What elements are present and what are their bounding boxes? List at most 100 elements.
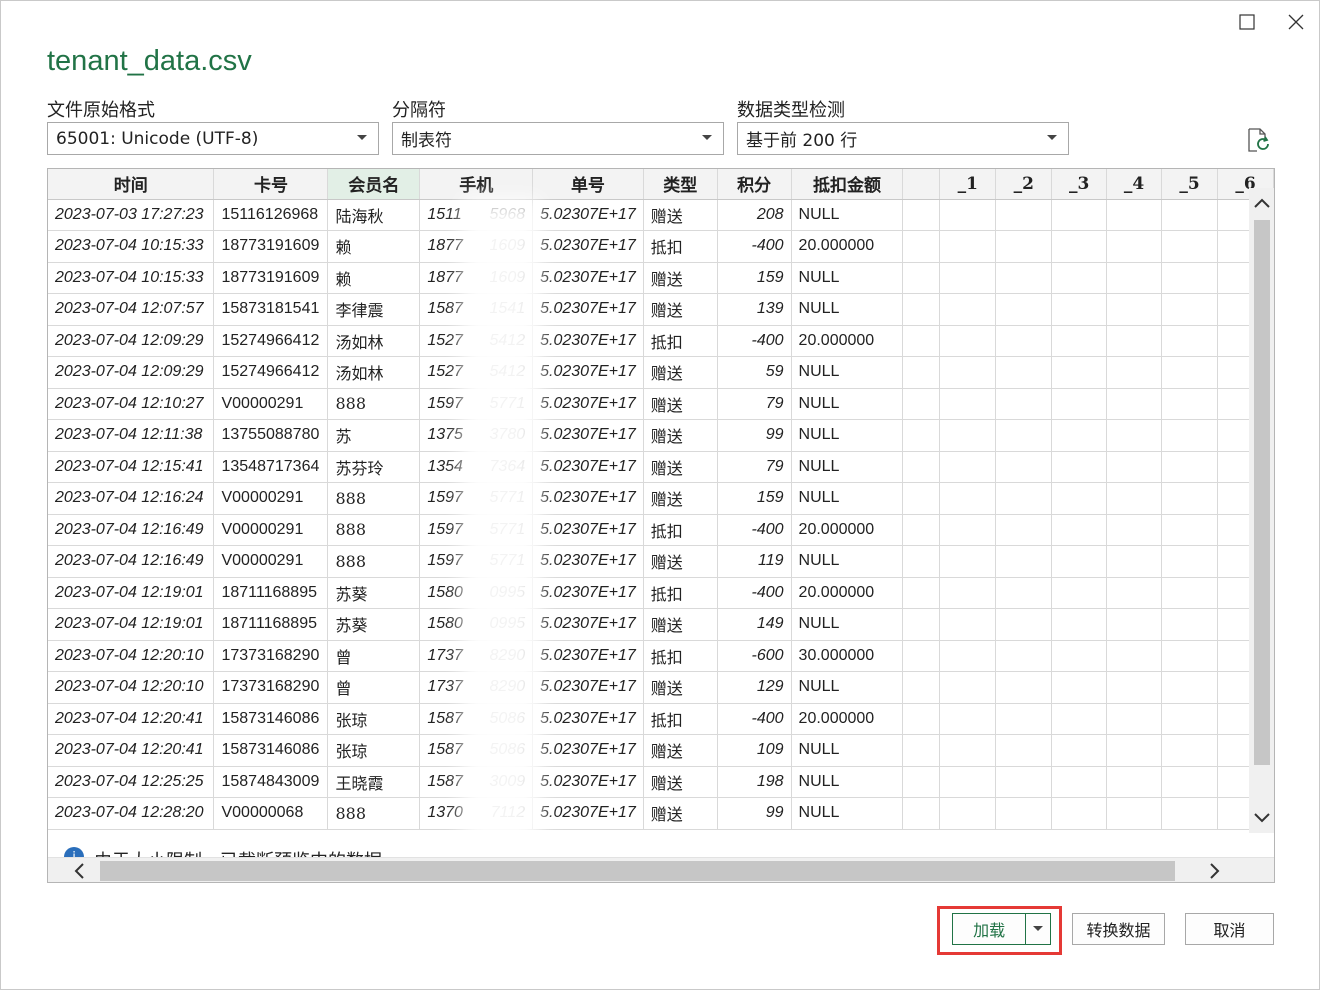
column-header[interactable]: 时间 xyxy=(48,169,215,200)
delimiter-select[interactable]: 制表符 xyxy=(392,122,724,155)
cell-empty xyxy=(1106,199,1163,231)
vertical-scrollbar[interactable] xyxy=(1249,188,1274,833)
cell-member-name: 陆海秋 xyxy=(327,199,421,231)
cell-empty xyxy=(1106,577,1163,609)
cell-empty xyxy=(995,199,1053,231)
phone-prefix: 1511 xyxy=(427,205,462,223)
close-button[interactable] xyxy=(1276,7,1316,37)
vertical-scroll-thumb[interactable] xyxy=(1254,220,1270,765)
cell-empty xyxy=(1051,230,1108,263)
dialog-title: tenant_data.csv xyxy=(47,45,252,77)
cell-empty xyxy=(1106,356,1163,389)
table-row: 2023-07-04 12:10:27 V00000291 888 1597 5771 5… xyxy=(48,388,1274,420)
table-row: 2023-07-04 12:16:49 V00000291 888 1597 5771 5… xyxy=(48,545,1274,578)
column-header[interactable]: 手机 xyxy=(419,169,534,200)
type-detection-select[interactable]: 基于前 200 行 xyxy=(737,122,1069,155)
phone-prefix: 1877 xyxy=(427,237,463,255)
horizontal-scrollbar[interactable] xyxy=(48,857,1274,882)
cell-empty xyxy=(1106,766,1163,798)
cell-empty xyxy=(1161,356,1218,389)
column-header[interactable]: 类型 xyxy=(643,169,718,200)
cell-empty xyxy=(939,262,997,294)
cell-time: 2023-07-04 12:28:20 xyxy=(48,797,215,830)
scroll-down-icon[interactable] xyxy=(1251,807,1273,829)
cell-deduct-amount: NULL xyxy=(791,451,904,483)
cell-deduct-amount: NULL xyxy=(791,199,904,231)
cell-deduct-amount: 30.000000 xyxy=(791,640,904,672)
load-button[interactable]: 加载 xyxy=(952,913,1051,945)
cancel-button[interactable]: 取消 xyxy=(1185,913,1274,945)
cell-member-name: 888 xyxy=(327,388,421,420)
transform-data-button[interactable]: 转换数据 xyxy=(1072,913,1165,945)
cell-empty xyxy=(995,356,1053,389)
column-header[interactable]: 抵扣金额 xyxy=(791,169,904,200)
cell-empty xyxy=(902,482,941,515)
cell-card-number: 13548717364 xyxy=(213,451,329,483)
phone-suffix: 1609 xyxy=(489,268,526,286)
cell-empty xyxy=(1161,199,1218,231)
refresh-icon[interactable] xyxy=(1245,127,1271,153)
cell-empty xyxy=(1106,293,1163,326)
table-row: 2023-07-04 12:28:20 V00000068 888 1370 7112 5… xyxy=(48,797,1274,830)
phone-suffix: 1541 xyxy=(489,300,526,318)
load-options-dropdown[interactable] xyxy=(1026,914,1050,944)
cell-type: 赠送 xyxy=(643,293,718,326)
column-header[interactable]: _5 xyxy=(1161,169,1218,200)
column-header[interactable] xyxy=(902,169,941,200)
column-header[interactable]: 积分 xyxy=(717,169,792,200)
cell-order-number: 5.02307E+17 xyxy=(532,577,644,609)
cell-order-number: 5.02307E+17 xyxy=(532,199,644,231)
table-body: 2023-07-03 17:27:23 15116126968 陆海秋 1511 596… xyxy=(48,199,1274,830)
cell-empty xyxy=(1051,388,1108,420)
column-header[interactable]: 会员名 xyxy=(327,169,421,200)
table-row: 2023-07-04 12:25:25 15874843009 王晓霞 1587 300… xyxy=(48,766,1274,798)
file-origin-label: 文件原始格式 xyxy=(47,100,155,121)
cell-deduct-amount: 20.000000 xyxy=(791,514,904,546)
column-header[interactable]: _2 xyxy=(995,169,1053,200)
phone-suffix: 0995 xyxy=(489,615,526,633)
phone-suffix: 5771 xyxy=(489,520,526,538)
table-row: 2023-07-04 12:09:29 15274966412 汤如林 1527 541… xyxy=(48,325,1274,357)
horizontal-scroll-thumb[interactable] xyxy=(100,861,1175,881)
cell-empty xyxy=(939,734,997,767)
cell-time: 2023-07-04 12:20:10 xyxy=(48,640,215,672)
cell-points: -400 xyxy=(717,325,792,357)
cell-empty xyxy=(939,356,997,389)
cell-empty xyxy=(1051,671,1108,704)
cell-empty xyxy=(1051,451,1108,483)
column-header[interactable]: 卡号 xyxy=(213,169,329,200)
column-header[interactable]: _1 xyxy=(939,169,997,200)
table-row: 2023-07-04 12:16:24 V00000291 888 1597 5771 5… xyxy=(48,482,1274,515)
column-header[interactable]: _4 xyxy=(1106,169,1163,200)
cell-time: 2023-07-04 12:20:41 xyxy=(48,703,215,735)
cell-order-number: 5.02307E+17 xyxy=(532,797,644,830)
cell-points: 79 xyxy=(717,388,792,420)
cell-type: 抵扣 xyxy=(643,325,718,357)
phone-prefix: 1354 xyxy=(427,457,463,475)
phone-suffix: 5086 xyxy=(489,709,526,727)
scroll-right-icon[interactable] xyxy=(1204,860,1226,882)
cell-empty xyxy=(995,640,1053,672)
file-origin-select[interactable]: 65001: Unicode (UTF-8) xyxy=(47,122,379,155)
column-header[interactable]: _3 xyxy=(1051,169,1108,200)
column-header[interactable]: 单号 xyxy=(532,169,644,200)
cell-empty xyxy=(902,514,941,546)
cell-card-number: V00000291 xyxy=(213,545,329,578)
cell-empty xyxy=(1161,703,1218,735)
cell-empty xyxy=(995,734,1053,767)
cell-phone: 1375 3780 xyxy=(419,419,534,452)
delimiter-value: 制表符 xyxy=(401,131,452,151)
scroll-left-icon[interactable] xyxy=(68,860,90,882)
scroll-up-icon[interactable] xyxy=(1251,192,1273,214)
cell-type: 抵扣 xyxy=(643,230,718,263)
cell-phone: 1597 5771 xyxy=(419,545,534,578)
cell-empty xyxy=(1051,734,1108,767)
cell-time: 2023-07-04 12:20:41 xyxy=(48,734,215,767)
cell-empty xyxy=(902,230,941,263)
cell-points: 99 xyxy=(717,797,792,830)
cell-empty xyxy=(995,671,1053,704)
maximize-button[interactable] xyxy=(1227,7,1267,37)
cell-card-number: V00000291 xyxy=(213,388,329,420)
cell-card-number: 15274966412 xyxy=(213,325,329,357)
cell-time: 2023-07-04 12:07:57 xyxy=(48,293,215,326)
